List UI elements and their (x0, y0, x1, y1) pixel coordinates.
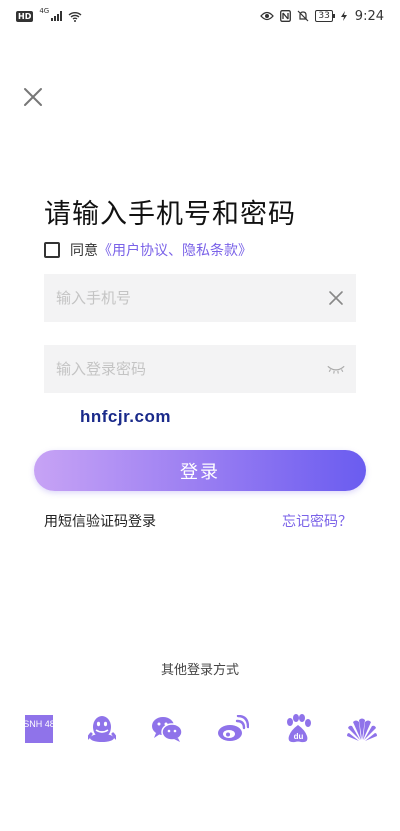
forgot-password-link[interactable]: 忘记密码？ (282, 511, 352, 531)
nfc-icon (280, 10, 292, 22)
close-button[interactable] (22, 86, 44, 108)
close-icon (24, 88, 42, 106)
battery-icon: 33 (315, 10, 336, 22)
snh48-icon-text-top: SNH 48 (24, 719, 54, 729)
hd-badge: HD (16, 10, 34, 22)
status-bar: HD 4G 33 9:24 (0, 0, 400, 32)
clock: 9:24 (354, 8, 384, 24)
clear-button[interactable] (326, 288, 346, 308)
password-visibility-toggle[interactable] (326, 359, 346, 379)
login-button[interactable]: 登录 (34, 450, 366, 491)
snh48-login-button[interactable]: SNH 48 (22, 712, 56, 746)
clear-icon (329, 291, 343, 305)
wechat-login-button[interactable] (150, 712, 184, 746)
wifi-icon (68, 11, 82, 22)
page-title: 请输入手机号和密码 (44, 199, 296, 230)
eye-closed-icon (327, 365, 345, 374)
password-input[interactable] (54, 344, 326, 394)
huawei-icon (347, 718, 377, 741)
qq-icon (88, 716, 116, 742)
mute-icon (297, 10, 309, 22)
baidu-icon-text: du (294, 732, 304, 741)
signal-icon (51, 11, 63, 21)
agreement-checkbox[interactable] (44, 242, 60, 258)
agreement-prefix: 同意 (70, 243, 98, 259)
password-field (44, 344, 356, 394)
agreement-link[interactable]: 《用户协议、隐私条款》 (98, 240, 252, 260)
qq-login-button[interactable] (85, 712, 119, 746)
eye-comfort-icon (260, 11, 275, 21)
weibo-login-button[interactable] (216, 712, 250, 746)
snh48-icon: SNH 48 (24, 715, 54, 743)
sms-login-link[interactable]: 用短信验证码登录 (44, 511, 156, 531)
phone-input[interactable] (54, 273, 326, 323)
agreement-row: 同意 《用户协议、隐私条款》 (44, 240, 252, 260)
watermark: hnfcjr.com (80, 407, 171, 426)
weibo-icon (218, 715, 249, 741)
status-left: HD 4G (16, 7, 82, 22)
status-right: 33 9:24 (260, 9, 384, 24)
charging-icon (340, 11, 347, 21)
phone-field (44, 273, 356, 323)
other-login-title: 其他登录方式 (160, 663, 239, 678)
network-type: 4G (39, 7, 50, 15)
huawei-login-button[interactable] (345, 712, 379, 746)
social-login-row: SNH 48 du (0, 712, 400, 752)
baidu-icon: du (287, 714, 311, 743)
wechat-icon (152, 717, 183, 742)
baidu-login-button[interactable]: du (281, 712, 315, 746)
